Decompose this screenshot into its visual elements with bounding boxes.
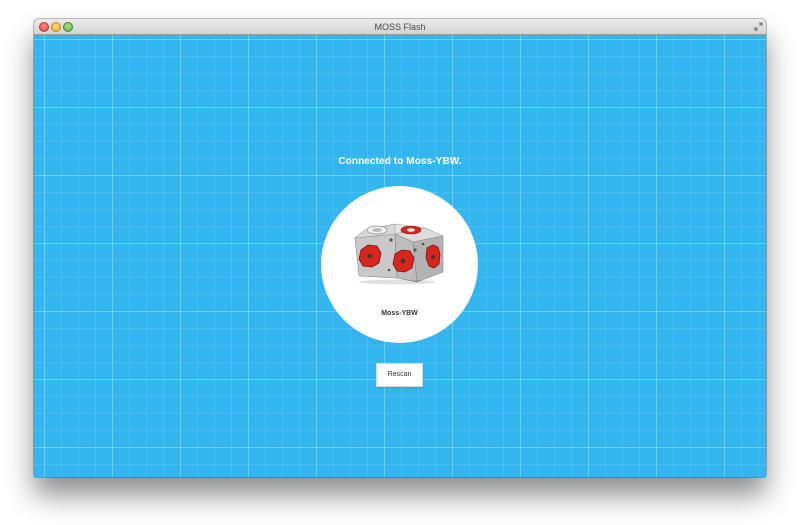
device-card[interactable]: Moss-YBW [321, 186, 478, 343]
fullscreen-icon[interactable] [754, 22, 763, 31]
connection-status-heading: Connected to Moss-YBW. [338, 156, 462, 167]
window-title: MOSS Flash [374, 22, 426, 32]
device-name-label: Moss-YBW [381, 310, 418, 317]
title-bar[interactable]: MOSS Flash [34, 19, 766, 35]
main-content: Connected to Moss-YBW. Moss-YBW Rescan [34, 35, 766, 477]
rescan-button[interactable]: Rescan [376, 363, 423, 387]
app-window: MOSS Flash Connected to Moss-YBW. Moss-Y… [34, 19, 766, 477]
moss-robot-cube-icon [354, 223, 444, 285]
